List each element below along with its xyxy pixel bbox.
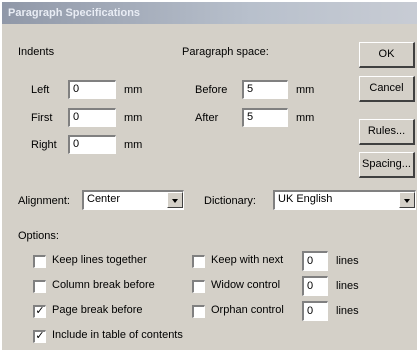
before-space-field[interactable]: 5 xyxy=(242,80,288,99)
rules-button[interactable]: Rules... xyxy=(359,119,415,145)
orphan-control-unit: lines xyxy=(336,305,359,317)
keep-with-next-lines-field[interactable]: 0 xyxy=(302,251,328,271)
dictionary-label: Dictionary: xyxy=(204,195,256,207)
orphan-control-label[interactable]: Orphan control xyxy=(211,304,284,316)
right-indent-field[interactable]: 0 xyxy=(68,135,116,154)
keep-lines-together-checkbox[interactable] xyxy=(33,255,46,268)
indents-heading: Indents xyxy=(18,46,55,58)
include-in-toc-label[interactable]: Include in table of contents xyxy=(52,329,183,341)
after-space-label: After xyxy=(195,112,219,124)
before-space-unit: mm xyxy=(296,84,315,96)
widow-control-lines-field[interactable]: 0 xyxy=(302,276,328,296)
first-indent-unit: mm xyxy=(124,112,143,124)
alignment-select[interactable]: Center xyxy=(82,190,184,210)
first-indent-field[interactable]: 0 xyxy=(68,108,116,127)
orphan-control-lines-field[interactable]: 0 xyxy=(302,301,328,321)
ok-button[interactable]: OK xyxy=(359,42,415,68)
after-space-field[interactable]: 5 xyxy=(242,108,288,127)
spacing-button[interactable]: Spacing... xyxy=(359,152,415,178)
alignment-value: Center xyxy=(87,193,121,205)
options-heading: Options: xyxy=(18,230,59,242)
left-indent-label: Left xyxy=(31,84,50,96)
chevron-down-icon[interactable] xyxy=(167,192,183,208)
paragraph-space-heading: Paragraph space: xyxy=(182,46,269,58)
column-break-before-checkbox[interactable] xyxy=(33,280,46,293)
column-break-before-label[interactable]: Column break before xyxy=(52,279,155,291)
alignment-label: Alignment: xyxy=(18,195,70,207)
first-indent-label: First xyxy=(31,112,53,124)
keep-with-next-checkbox[interactable] xyxy=(192,255,205,268)
keep-lines-together-label[interactable]: Keep lines together xyxy=(52,254,147,266)
before-space-label: Before xyxy=(195,84,228,96)
right-indent-label: Right xyxy=(31,139,57,151)
keep-with-next-unit: lines xyxy=(336,255,359,267)
dialog-title: Paragraph Specifications xyxy=(2,2,417,24)
after-space-unit: mm xyxy=(296,112,315,124)
dictionary-value: UK English xyxy=(278,193,333,205)
dictionary-select[interactable]: UK English xyxy=(273,190,416,210)
chevron-down-icon[interactable] xyxy=(399,192,415,208)
keep-with-next-label[interactable]: Keep with next xyxy=(211,254,283,266)
widow-control-checkbox[interactable] xyxy=(192,280,205,293)
paragraph-specifications-dialog: Paragraph Specifications Indents Left 0 … xyxy=(0,0,417,350)
include-in-toc-checkbox[interactable]: ✓ xyxy=(33,330,46,343)
page-break-before-checkbox[interactable]: ✓ xyxy=(33,305,46,318)
widow-control-label[interactable]: Widow control xyxy=(211,279,280,291)
left-indent-unit: mm xyxy=(124,84,143,96)
widow-control-unit: lines xyxy=(336,280,359,292)
right-indent-unit: mm xyxy=(124,139,143,151)
orphan-control-checkbox[interactable] xyxy=(192,305,205,318)
page-break-before-label[interactable]: Page break before xyxy=(52,304,143,316)
cancel-button[interactable]: Cancel xyxy=(359,76,415,102)
left-indent-field[interactable]: 0 xyxy=(68,80,116,99)
